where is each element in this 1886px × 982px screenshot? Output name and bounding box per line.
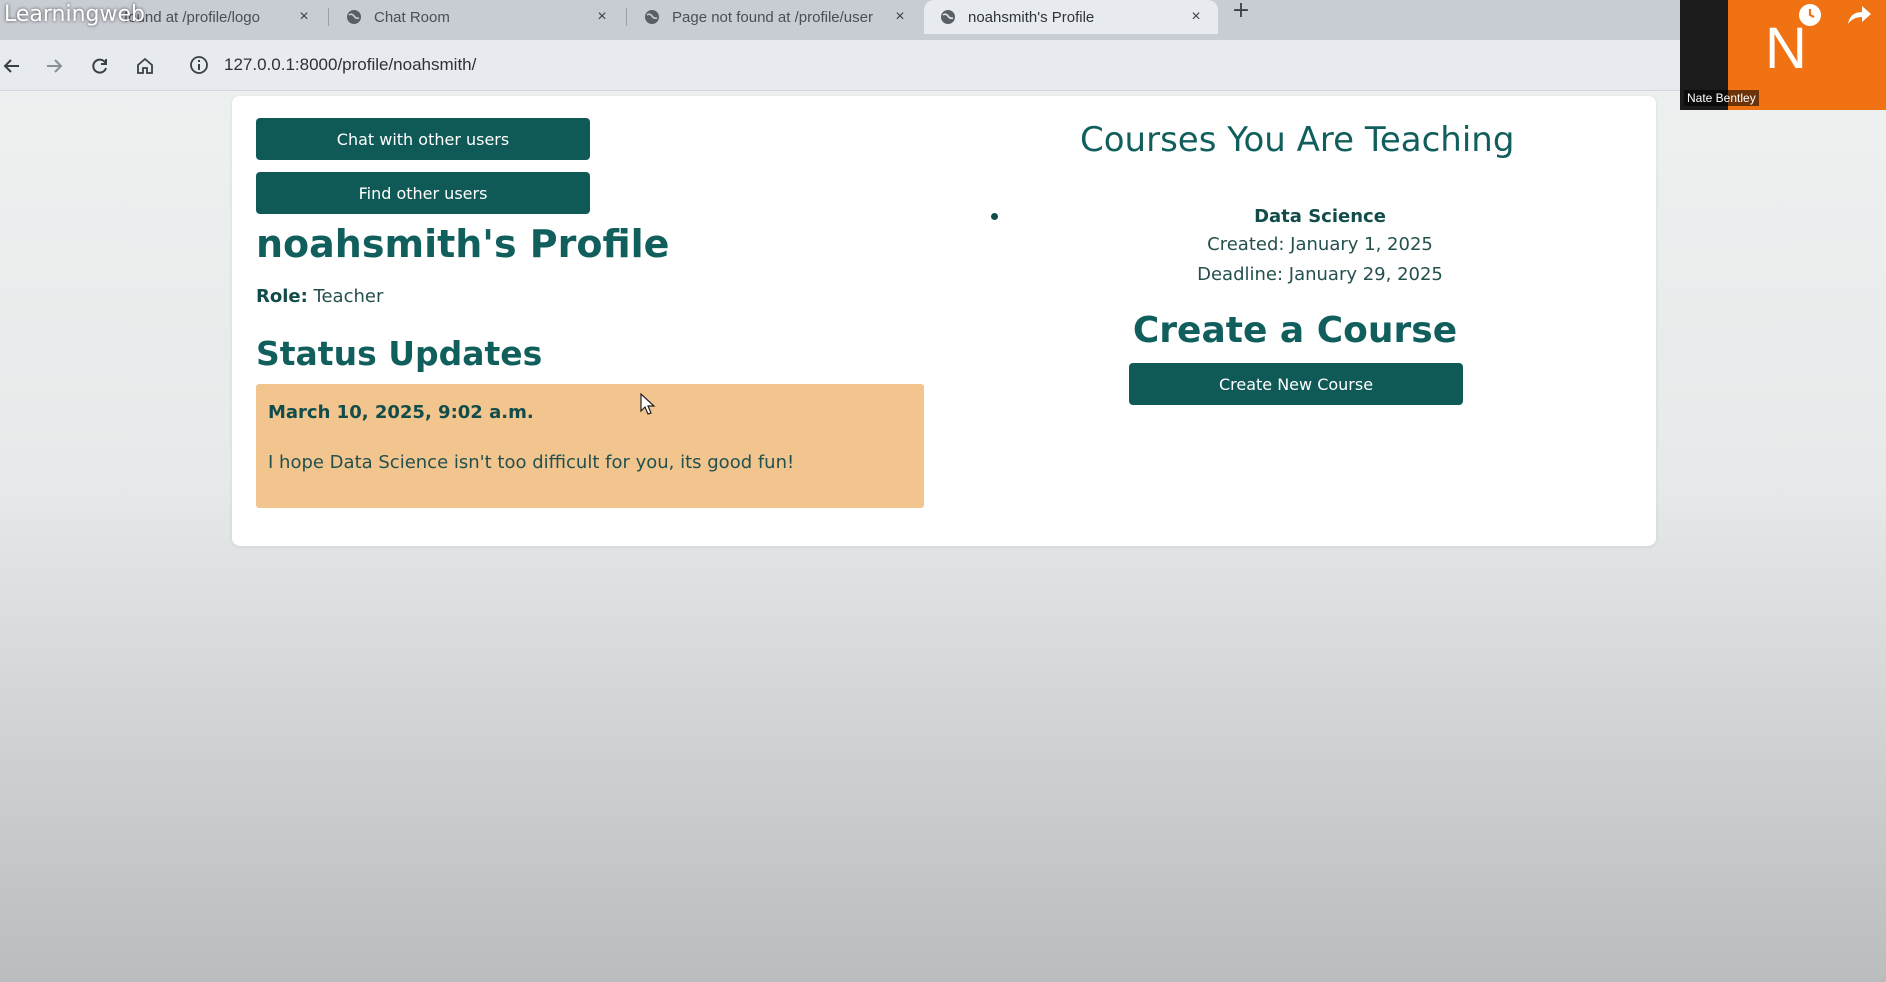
close-tab-icon[interactable]: × <box>292 8 316 26</box>
home-button[interactable] <box>131 52 159 80</box>
page-title: noahsmith's Profile <box>256 222 670 266</box>
reload-icon <box>92 58 107 74</box>
course-name[interactable]: Data Science <box>1170 204 1470 230</box>
globe-icon <box>941 10 955 24</box>
reload-button[interactable] <box>86 52 114 80</box>
mouse-cursor-icon <box>640 393 656 415</box>
status-text: I hope Data Science isn't too difficult … <box>268 452 795 473</box>
status-updates-heading: Status Updates <box>256 334 543 373</box>
tab-bar: Learningweb found at /profile/logo × Cha… <box>0 0 1886 40</box>
info-icon <box>190 56 208 74</box>
back-button[interactable] <box>0 52 26 80</box>
create-course-heading: Create a Course <box>1132 310 1458 351</box>
video-overlay-title: Learningweb <box>4 2 146 27</box>
status-update-card: March 10, 2025, 9:02 a.m. I hope Data Sc… <box>256 384 924 508</box>
clock-icon[interactable] <box>1797 2 1823 28</box>
course-created: Created: January 1, 2025 <box>1207 234 1433 255</box>
role-label: Role: <box>256 286 308 307</box>
forward-arrow-icon <box>47 59 63 73</box>
home-icon <box>137 57 153 74</box>
status-date: March 10, 2025, 9:02 a.m. <box>268 402 534 423</box>
list-bullet <box>991 213 998 220</box>
globe-icon <box>347 10 361 24</box>
course-item: Data Science Created: January 1, 2025 De… <box>1170 204 1470 290</box>
tab-divider <box>626 8 627 26</box>
teaching-heading: Courses You Are Teaching <box>1080 120 1515 160</box>
chat-with-users-button[interactable]: Chat with other users <box>256 118 590 160</box>
tab-title: Page not found at /profile/user <box>672 8 873 26</box>
close-tab-icon[interactable]: × <box>1184 8 1208 26</box>
course-deadline: Deadline: January 29, 2025 <box>1197 264 1443 285</box>
find-users-button[interactable]: Find other users <box>256 172 590 214</box>
tab-title: Chat Room <box>374 8 450 26</box>
forward-button[interactable] <box>40 52 68 80</box>
tab-page-not-found-user[interactable]: Page not found at /profile/user × <box>628 0 922 34</box>
create-new-course-button[interactable]: Create New Course <box>1129 363 1463 405</box>
back-arrow-icon <box>3 59 19 73</box>
address-bar[interactable]: 127.0.0.1:8000/profile/noahsmith/ <box>224 54 476 76</box>
tab-divider <box>328 8 329 26</box>
tab-chat-room[interactable]: Chat Room × <box>330 0 624 34</box>
tab-noahsmith-profile[interactable]: noahsmith's Profile × <box>924 0 1218 34</box>
site-info-button[interactable] <box>188 54 210 76</box>
tab-title: found at /profile/logo <box>124 8 260 26</box>
close-tab-icon[interactable]: × <box>590 8 614 26</box>
tab-title: noahsmith's Profile <box>968 8 1095 26</box>
webcam-overlay: N Nate Bentley <box>1680 0 1886 110</box>
globe-icon <box>645 10 659 24</box>
role-value: Teacher <box>313 286 384 307</box>
new-tab-button[interactable]: + <box>1228 0 1254 22</box>
close-tab-icon[interactable]: × <box>888 8 912 26</box>
participant-name: Nate Bentley <box>1684 90 1759 106</box>
role-line: Role: Teacher <box>256 286 383 307</box>
share-arrow-icon[interactable] <box>1844 2 1874 28</box>
